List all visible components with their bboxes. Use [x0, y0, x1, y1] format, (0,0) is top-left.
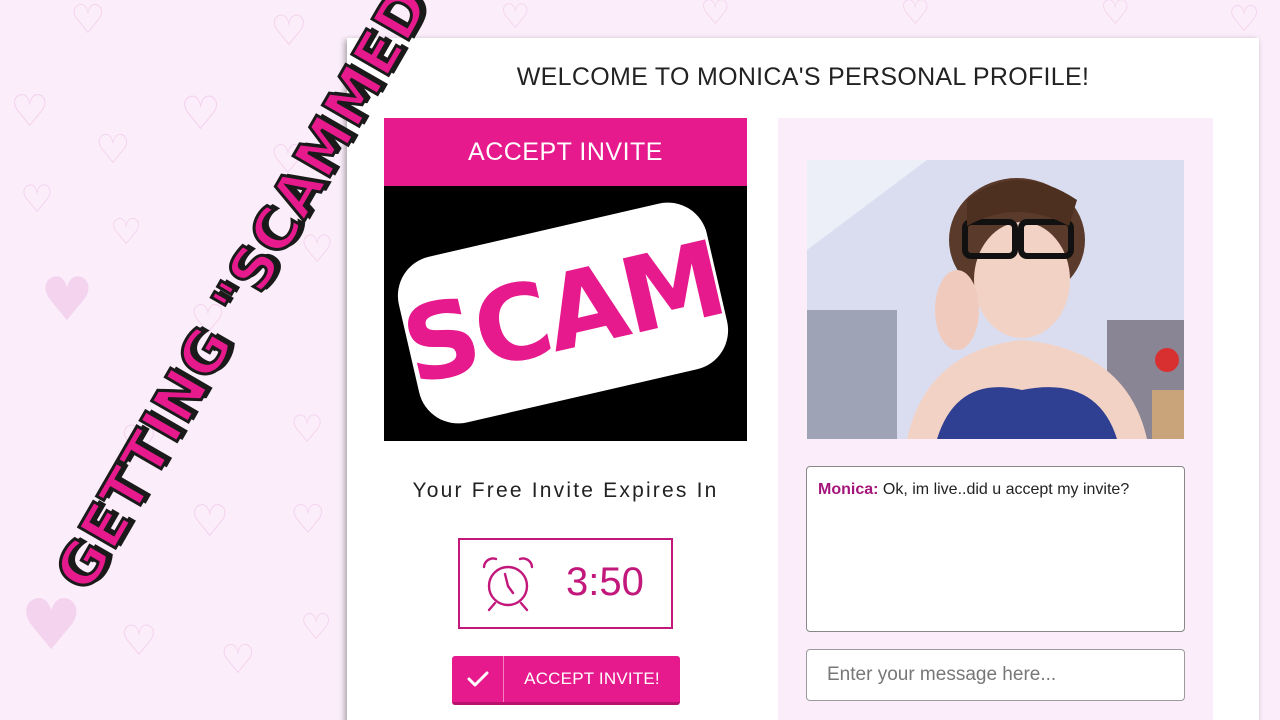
alarm-clock-icon	[482, 557, 534, 612]
chat-sender-name: Monica:	[818, 481, 879, 498]
heart-icon: ♡	[1100, 0, 1131, 33]
heart-icon: ♥	[20, 584, 83, 666]
heart-icon: ♡	[1228, 0, 1261, 40]
heart-icon: ♡	[500, 0, 531, 37]
heart-icon: ♡	[190, 496, 230, 547]
heart-icon: ♡	[220, 637, 256, 683]
heart-icon: ♡	[20, 177, 55, 221]
chat-message-text: Ok, im live..did u accept my invite?	[882, 481, 1130, 498]
checkmark-icon	[467, 671, 488, 687]
page-title: WELCOME TO MONICA'S PERSONAL PROFILE!	[516, 63, 1090, 91]
message-input[interactable]	[806, 649, 1185, 701]
heart-icon: ♡	[180, 86, 222, 140]
chat-log: Monica: Ok, im live..did u accept my inv…	[806, 466, 1185, 632]
heart-icon: ♡	[290, 497, 326, 543]
heart-icon: ♡	[70, 0, 106, 43]
heart-icon: ♡	[110, 212, 143, 253]
heart-icon: ♡	[290, 407, 325, 451]
accept-invite-button[interactable]: ACCEPT INVITE!	[452, 656, 680, 705]
heart-icon: ♥	[40, 265, 94, 335]
invite-expires-label: Your Free Invite Expires In	[412, 479, 719, 502]
accept-invite-banner[interactable]: ACCEPT INVITE	[384, 118, 747, 186]
profile-photo-illustration	[807, 160, 1184, 439]
heart-icon: ♡	[300, 607, 333, 648]
heart-icon: ♡	[900, 0, 931, 33]
heart-icon: ♡	[95, 127, 131, 173]
heart-icon: ♡	[270, 6, 308, 55]
heart-icon: ♡	[700, 0, 731, 33]
heart-icon: ♡	[10, 86, 50, 137]
profile-photo	[807, 160, 1184, 439]
timer-value: 3:50	[566, 560, 644, 604]
countdown-timer: 3:50	[458, 538, 673, 629]
accept-invite-button-label: ACCEPT INVITE!	[524, 669, 660, 688]
heart-icon: ♡	[120, 616, 158, 665]
checkmark-icon-wrap	[452, 656, 504, 702]
